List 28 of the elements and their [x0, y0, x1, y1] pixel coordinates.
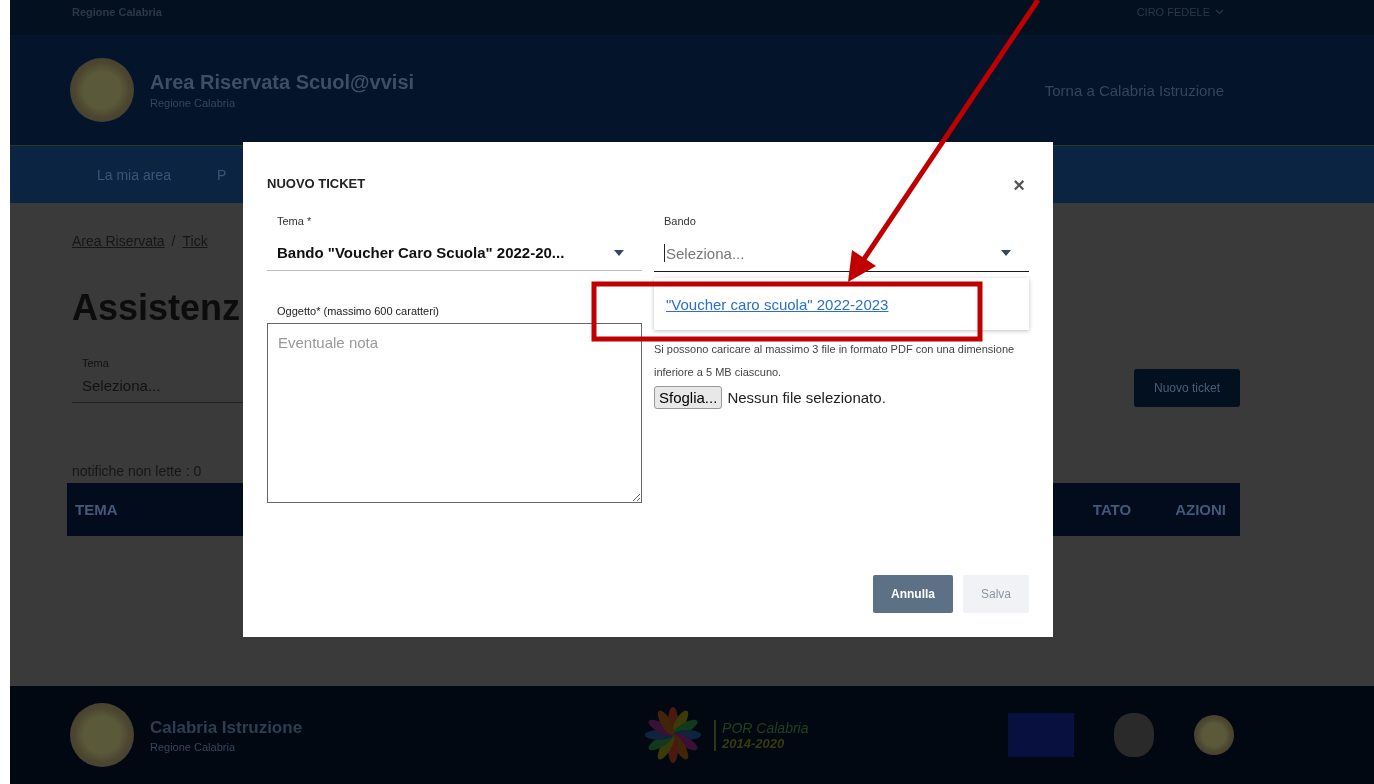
column-header: TEMA [75, 501, 118, 518]
emblem-icon [1114, 713, 1154, 757]
crest-logo-icon [1194, 715, 1234, 755]
por-title: POR Calabria [722, 719, 809, 736]
column-header: TATO [1092, 501, 1132, 518]
field-label: Oggetto* (massimo 600 caratteri) [276, 305, 440, 317]
upload-hint: Si possono caricare al massimo 3 file in formato PDF con una dimensione inferiore a 5 MB ciascuno. [654, 342, 1016, 381]
close-button[interactable]: × [1009, 174, 1029, 197]
field-label: Tema * [276, 215, 313, 227]
por-years: 2014-2020 [722, 735, 786, 751]
file-status: Nessun file selezionato. [727, 389, 886, 407]
dropdown-option[interactable]: "Voucher caro scuola" 2022-2023 [666, 295, 889, 313]
tema-select[interactable]: Bando "Voucher Caro Scuola" 2022-20... [267, 234, 642, 271]
field-label: Bando [663, 215, 697, 227]
column-header: AZIONI [1175, 501, 1226, 518]
note-textarea[interactable]: Eventuale nota [267, 323, 642, 503]
new-ticket-button[interactable]: Nuovo ticket [1133, 369, 1240, 407]
footer-title: Calabria Istruzione [150, 717, 303, 738]
dialog-title: NUOVO TICKET [267, 176, 366, 191]
browse-button[interactable]: Sfoglia... [654, 386, 723, 410]
caret-icon [1001, 250, 1011, 256]
site-title: Area Riservata Scuol@vvisi [150, 71, 415, 94]
cancel-button[interactable]: Annulla [872, 575, 953, 613]
eu-flag-icon [1008, 713, 1074, 757]
caret-icon [614, 249, 624, 256]
chevron-down-icon [1215, 8, 1224, 15]
breadcrumb-separator: / [171, 233, 176, 249]
footer-subtitle: Regione Calabria [150, 740, 236, 753]
